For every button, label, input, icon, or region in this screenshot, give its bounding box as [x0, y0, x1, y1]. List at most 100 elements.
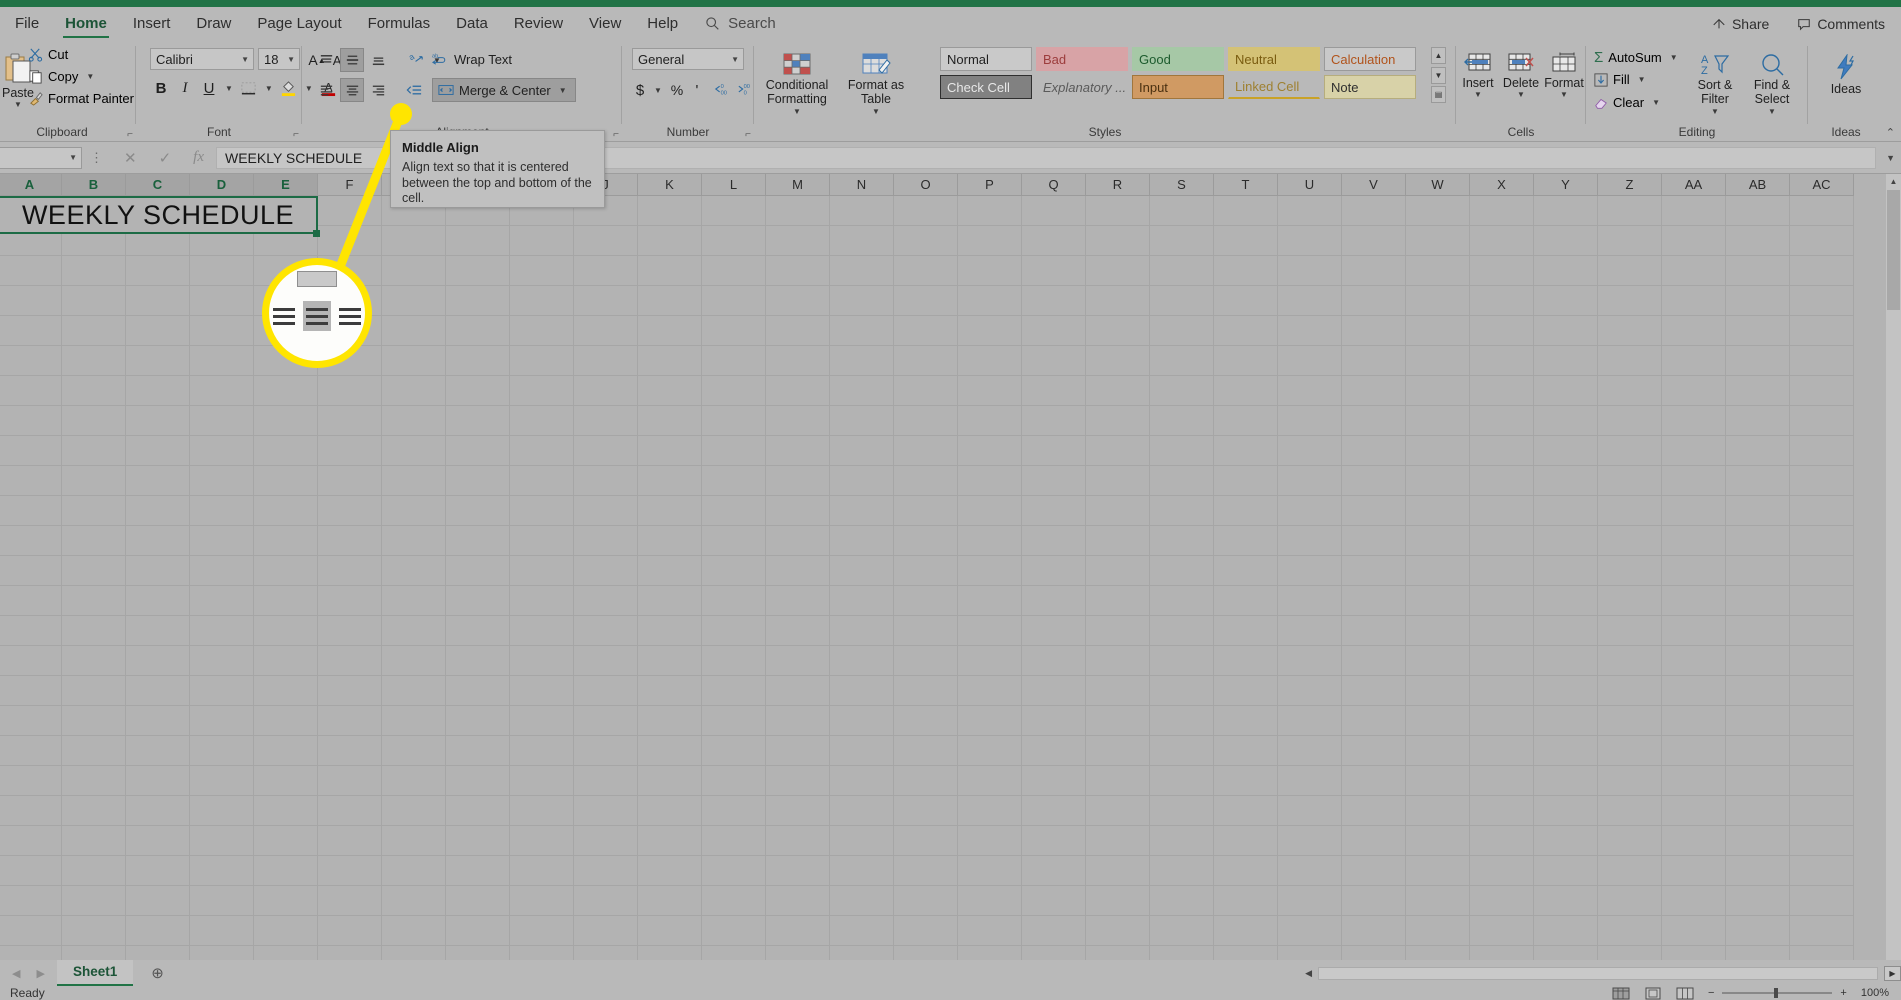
grid-cell-X8[interactable]: [1470, 406, 1534, 436]
grid-cell-AC2[interactable]: [1790, 226, 1854, 256]
grid-cell-C14[interactable]: [126, 586, 190, 616]
grid-cell-AC8[interactable]: [1790, 406, 1854, 436]
grid-cell-P12[interactable]: [958, 526, 1022, 556]
alignment-dialog-launcher[interactable]: ⌐: [613, 129, 619, 140]
grid-cell-U21[interactable]: [1278, 796, 1342, 826]
grid-cell-Y22[interactable]: [1534, 826, 1598, 856]
grid-cell-U9[interactable]: [1278, 436, 1342, 466]
grid-cell-I25[interactable]: [510, 916, 574, 946]
grid-cell-Z5[interactable]: [1598, 316, 1662, 346]
grid-cell-X1[interactable]: [1470, 196, 1534, 226]
grid-cell-Y12[interactable]: [1534, 526, 1598, 556]
grid-cell-AC16[interactable]: [1790, 646, 1854, 676]
grid-cell-AC23[interactable]: [1790, 856, 1854, 886]
grid-cell-M15[interactable]: [766, 616, 830, 646]
grid-cell-Q23[interactable]: [1022, 856, 1086, 886]
grid-cell-L7[interactable]: [702, 376, 766, 406]
grid-cell-O5[interactable]: [894, 316, 958, 346]
grid-cell-V10[interactable]: [1342, 466, 1406, 496]
grid-cell-D19[interactable]: [190, 736, 254, 766]
grid-cell-B8[interactable]: [62, 406, 126, 436]
grid-cell-AA22[interactable]: [1662, 826, 1726, 856]
tab-help[interactable]: Help: [634, 7, 691, 40]
grid-cell-F9[interactable]: [318, 436, 382, 466]
grid-cell-H2[interactable]: [446, 226, 510, 256]
grid-cell-M5[interactable]: [766, 316, 830, 346]
number-dialog-launcher[interactable]: ⌐: [745, 129, 751, 140]
grid-cell-R18[interactable]: [1086, 706, 1150, 736]
grid-cell-I12[interactable]: [510, 526, 574, 556]
grid-cell-AB2[interactable]: [1726, 226, 1790, 256]
fill-handle[interactable]: [313, 230, 320, 237]
grid-cell-U17[interactable]: [1278, 676, 1342, 706]
grid-cell-N24[interactable]: [830, 886, 894, 916]
style-neutral[interactable]: Neutral: [1228, 47, 1320, 71]
grid-cell-B10[interactable]: [62, 466, 126, 496]
grid-cell-E21[interactable]: [254, 796, 318, 826]
grid-cell-Z11[interactable]: [1598, 496, 1662, 526]
column-header-AA[interactable]: AA: [1662, 174, 1726, 196]
grid-cell-P25[interactable]: [958, 916, 1022, 946]
grid-cell-I16[interactable]: [510, 646, 574, 676]
grid-cell-S11[interactable]: [1150, 496, 1214, 526]
grid-cell-A16[interactable]: [0, 646, 62, 676]
grid-cell-U10[interactable]: [1278, 466, 1342, 496]
grid-cell-S22[interactable]: [1150, 826, 1214, 856]
grid-cell-J17[interactable]: [574, 676, 638, 706]
grid-cell-K16[interactable]: [638, 646, 702, 676]
grid-cell-O17[interactable]: [894, 676, 958, 706]
grid-cell-AC21[interactable]: [1790, 796, 1854, 826]
grid-cell-U24[interactable]: [1278, 886, 1342, 916]
column-header-Z[interactable]: Z: [1598, 174, 1662, 196]
grid-cell-B3[interactable]: [62, 256, 126, 286]
grid-cell-R13[interactable]: [1086, 556, 1150, 586]
grid-cell-V18[interactable]: [1342, 706, 1406, 736]
grid-cell-T9[interactable]: [1214, 436, 1278, 466]
grid-cell-F1[interactable]: [318, 196, 382, 226]
grid-cell-Q3[interactable]: [1022, 256, 1086, 286]
grid-cell-Q16[interactable]: [1022, 646, 1086, 676]
grid-cell-F17[interactable]: [318, 676, 382, 706]
grid-cell-O18[interactable]: [894, 706, 958, 736]
grid-cell-W18[interactable]: [1406, 706, 1470, 736]
style-explanatory[interactable]: Explanatory ...: [1036, 75, 1128, 99]
grid-cell-AA7[interactable]: [1662, 376, 1726, 406]
grid-cell-R16[interactable]: [1086, 646, 1150, 676]
align-left-button[interactable]: [314, 78, 338, 102]
tab-view[interactable]: View: [576, 7, 634, 40]
grid-cell-N23[interactable]: [830, 856, 894, 886]
grid-cell-U7[interactable]: [1278, 376, 1342, 406]
column-header-C[interactable]: C: [126, 174, 190, 196]
grid-cell-Z19[interactable]: [1598, 736, 1662, 766]
grid-cell-R22[interactable]: [1086, 826, 1150, 856]
grid-cell-A21[interactable]: [0, 796, 62, 826]
grid-cell-A14[interactable]: [0, 586, 62, 616]
grid-cell-Q10[interactable]: [1022, 466, 1086, 496]
grid-cell-A13[interactable]: [0, 556, 62, 586]
grid-cell-S3[interactable]: [1150, 256, 1214, 286]
grid-cell-K14[interactable]: [638, 586, 702, 616]
grid-cell-B11[interactable]: [62, 496, 126, 526]
grid-cell-V25[interactable]: [1342, 916, 1406, 946]
grid-cell-O21[interactable]: [894, 796, 958, 826]
grid-cell-W15[interactable]: [1406, 616, 1470, 646]
formula-bar-handle[interactable]: ⋮: [82, 150, 112, 166]
grid-cell-S7[interactable]: [1150, 376, 1214, 406]
grid-cell-T21[interactable]: [1214, 796, 1278, 826]
grid-cell-R23[interactable]: [1086, 856, 1150, 886]
grid-cell-M6[interactable]: [766, 346, 830, 376]
grid-cell-N15[interactable]: [830, 616, 894, 646]
grid-cell-I18[interactable]: [510, 706, 574, 736]
grid-cell-N9[interactable]: [830, 436, 894, 466]
grid-cell-Z17[interactable]: [1598, 676, 1662, 706]
style-normal[interactable]: Normal: [940, 47, 1032, 71]
grid-cell-J24[interactable]: [574, 886, 638, 916]
normal-view-icon[interactable]: [1612, 987, 1630, 1000]
grid-cell-T26[interactable]: [1214, 946, 1278, 960]
tab-insert[interactable]: Insert: [120, 7, 184, 40]
grid-cell-E7[interactable]: [254, 376, 318, 406]
grid-cell-AB1[interactable]: [1726, 196, 1790, 226]
grid-cell-Z8[interactable]: [1598, 406, 1662, 436]
grid-cell-D11[interactable]: [190, 496, 254, 526]
grid-cell-U6[interactable]: [1278, 346, 1342, 376]
